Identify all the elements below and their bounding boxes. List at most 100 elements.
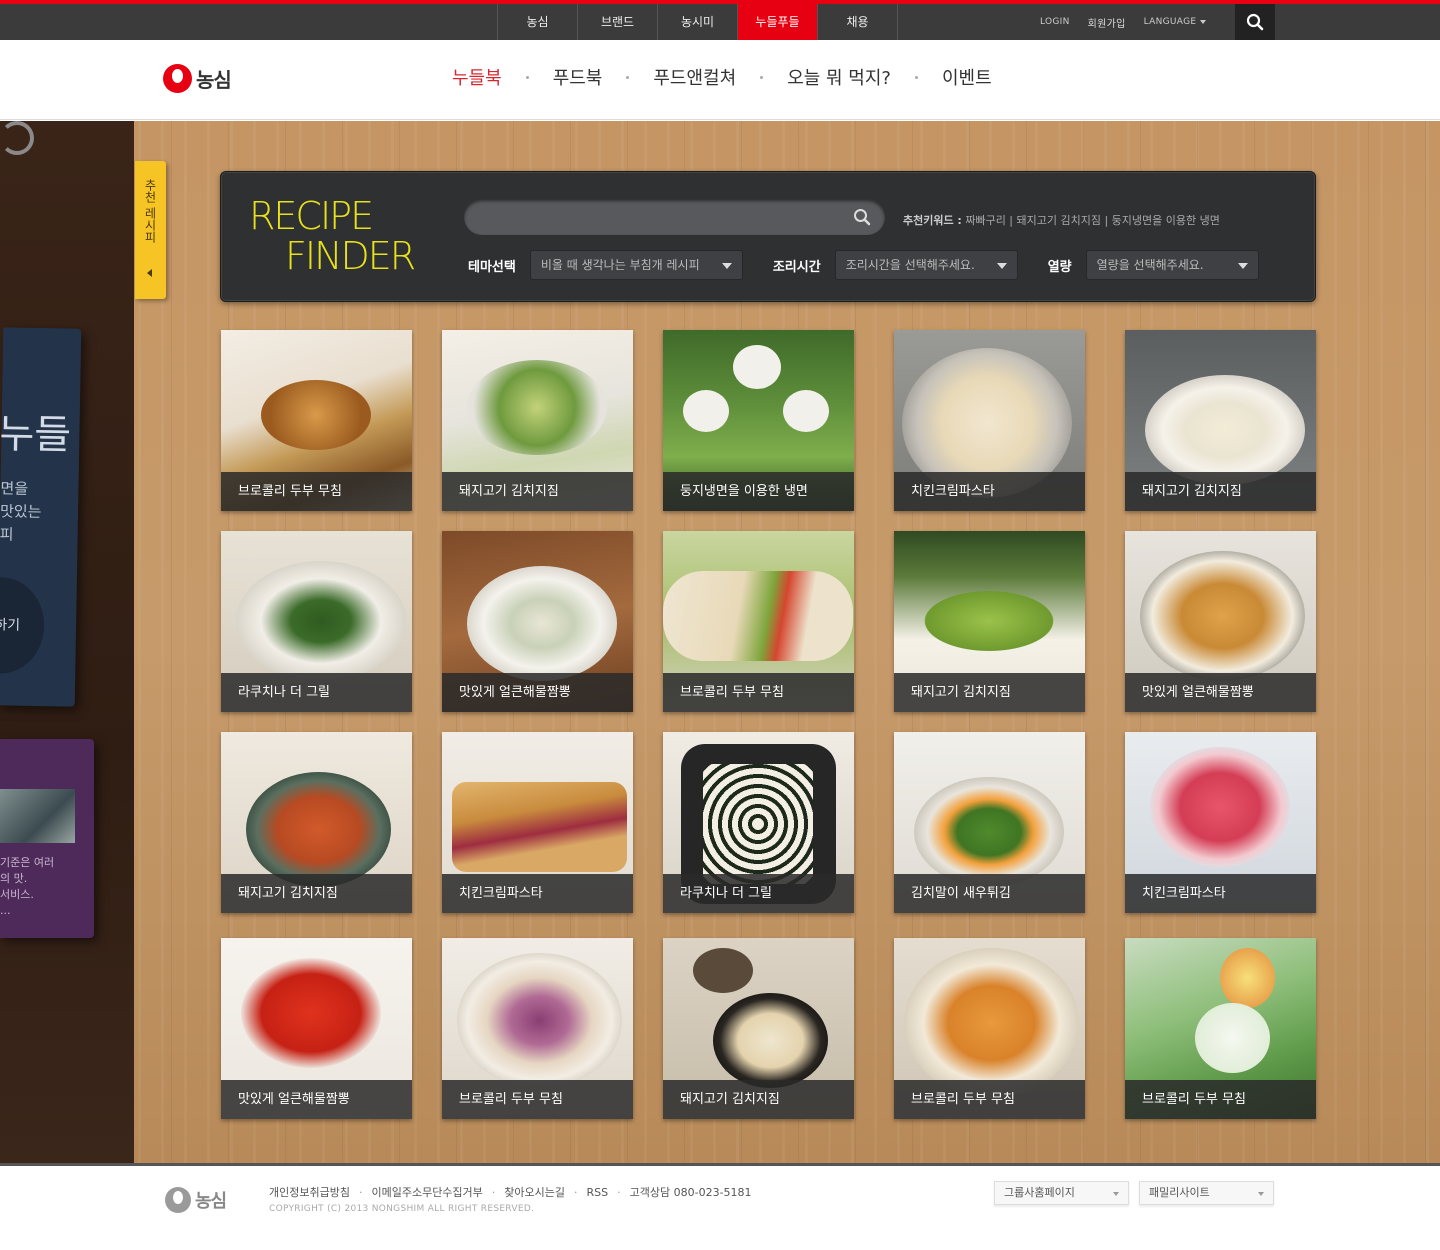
recipe-card[interactable]: 브로콜리 두부 무침 [442, 938, 633, 1119]
book-description: 기준은 여러 의 맛. 서비스. ... [0, 855, 54, 919]
login-link[interactable]: LOGIN [1040, 17, 1070, 27]
triangle-down-icon [996, 263, 1007, 269]
cook-time-select-value: 조리시간을 선택해주세요. [845, 258, 975, 272]
footer-logo[interactable]: 농심 [165, 1187, 227, 1213]
recipe-card[interactable]: 김치말이 새우튀김 [894, 732, 1085, 913]
email-refusal-link[interactable]: 이메일주소무단수집거부 [371, 1184, 482, 1200]
side-book-food[interactable]: 음식 기준은 여러 의 맛. 서비스. ... [0, 739, 94, 938]
group-site-select[interactable]: 그룹사홈페이지 [994, 1181, 1129, 1205]
subnav-food-culture[interactable]: 푸드앤컬쳐 [653, 64, 736, 90]
finder-filters: 테마선택 비올 때 생각나는 부침개 레시피 조리시간 조리시간을 선택해주세요… [468, 250, 1259, 280]
finder-title-line1: RECIPE [249, 194, 374, 238]
search-icon[interactable] [853, 208, 871, 226]
recipe-title: 돼지고기 김치지짐 [1125, 472, 1316, 511]
recipe-card[interactable]: 맛있게 얼큰해물짬뽕 [221, 938, 412, 1119]
food-shape [236, 561, 406, 681]
side-book-noodle[interactable]: 누들 면을 맛있는 피 하기 [0, 327, 82, 707]
food-shape [241, 958, 381, 1068]
recipe-title: 브로콜리 두부 무침 [894, 1080, 1085, 1119]
recipe-card[interactable]: 라쿠치나 더 그릴 [221, 531, 412, 712]
recipe-title: 치킨크림파스타 [1125, 874, 1316, 913]
food-shape [457, 953, 622, 1088]
link-separator: · [358, 1185, 363, 1199]
book-line: 피 [0, 525, 14, 544]
recipe-card[interactable]: 둥지냉면을 이용한 냉면 [663, 330, 854, 511]
recipe-card[interactable]: 라쿠치나 더 그릴 [663, 732, 854, 913]
language-dropdown[interactable]: LANGUAGE [1144, 17, 1207, 27]
logo-mark-icon [165, 1187, 191, 1213]
footer-links: 개인정보취급방침 · 이메일주소무단수집거부 · 찾아오시는길 · RSS · … [269, 1184, 752, 1200]
book-title: 누들 [0, 411, 72, 459]
gnb-item-noodle-foodle[interactable]: 누들푸들 [738, 4, 818, 40]
rss-link[interactable]: RSS [587, 1186, 609, 1199]
recipe-card[interactable]: 돼지고기 김치지짐 [894, 531, 1085, 712]
recipe-title: 둥지냉면을 이용한 냉면 [663, 472, 854, 511]
recipe-title: 김치말이 새우튀김 [894, 874, 1085, 913]
food-shape [1195, 1003, 1270, 1073]
subnav-what-to-eat[interactable]: 오늘 뭐 먹지? [787, 64, 891, 90]
recommend-recipe-tab[interactable]: 추천 레시피 [135, 161, 166, 299]
subnav-noodle-book[interactable]: 누들북 [452, 64, 502, 90]
keywords-list[interactable]: 짜빠구리 | 돼지고기 김치지짐 | 둥지냉면을 이용한 냉면 [965, 214, 1220, 227]
recipe-card[interactable]: 브로콜리 두부 무침 [663, 531, 854, 712]
recipe-card[interactable]: 치킨크림파스타 [1125, 732, 1316, 913]
theme-select-value: 비올 때 생각나는 부침개 레시피 [540, 258, 700, 272]
food-shape [1140, 551, 1305, 681]
finder-title: RECIPE FINDER [249, 194, 416, 278]
global-nav-bar: 농심 브랜드 농시미 누들푸들 채용 LOGIN 회원가입 LANGUAGE [0, 0, 1440, 40]
recipe-card[interactable]: 브로콜리 두부 무침 [894, 938, 1085, 1119]
recipe-title: 맛있게 얼큰해물짬뽕 [442, 673, 633, 712]
nav-separator [914, 75, 918, 79]
recipe-card[interactable]: 맛있게 얼큰해물짬뽕 [442, 531, 633, 712]
logo-mark-icon [163, 64, 192, 93]
family-site-select[interactable]: 패밀리사이트 [1139, 1181, 1274, 1205]
customer-service-phone: 고객상담 080-023-5181 [629, 1186, 752, 1199]
finder-title-line2: FINDER [285, 234, 416, 278]
join-link[interactable]: 회원가입 [1088, 15, 1126, 30]
recipe-card[interactable]: 치킨크림파스타 [894, 330, 1085, 511]
gnb-item-brand[interactable]: 브랜드 [578, 4, 658, 40]
logo-text: 농심 [196, 68, 232, 92]
recipe-card[interactable]: 브로콜리 두부 무침 [1125, 938, 1316, 1119]
food-shape [693, 948, 753, 993]
triangle-down-icon [1237, 263, 1248, 269]
chain-decoration [0, 121, 34, 155]
link-separator: · [574, 1185, 578, 1199]
cook-time-label: 조리시간 [772, 259, 821, 275]
food-shape [683, 390, 729, 432]
calorie-select[interactable]: 열량을 선택해주세요. [1085, 250, 1259, 280]
triangle-down-icon [721, 263, 732, 269]
recipe-title: 돼지고기 김치지짐 [221, 874, 412, 913]
recipe-title: 브로콜리 두부 무침 [442, 1080, 633, 1119]
recipe-card[interactable]: 브로콜리 두부 무침 [221, 330, 412, 511]
directions-link[interactable]: 찾아오시는길 [504, 1184, 565, 1200]
recipe-card[interactable]: 돼지고기 김치지짐 [221, 732, 412, 913]
recipe-card[interactable]: 치킨크림파스타 [442, 732, 633, 913]
recipe-search-input[interactable] [464, 199, 844, 235]
gnb-item-recruit[interactable]: 채용 [818, 4, 898, 40]
recipe-title: 라쿠치나 더 그릴 [663, 874, 854, 913]
food-shape [733, 345, 781, 389]
subnav-event[interactable]: 이벤트 [942, 64, 992, 90]
recipe-card[interactable]: 돼지고기 김치지짐 [442, 330, 633, 511]
privacy-policy-link[interactable]: 개인정보취급방침 [269, 1184, 350, 1200]
gnb-item-nongsimi[interactable]: 농시미 [658, 4, 738, 40]
search-icon [1246, 13, 1264, 31]
book-line: 맛있는 [0, 502, 42, 522]
food-shape [467, 360, 607, 455]
recommend-tab-label: 추천 레시피 [143, 179, 157, 243]
cook-time-select[interactable]: 조리시간을 선택해주세요. [834, 250, 1018, 280]
book-go-button[interactable]: 하기 [0, 576, 45, 675]
book-line: ... [0, 904, 11, 917]
theme-select[interactable]: 비올 때 생각나는 부침개 레시피 [529, 250, 743, 280]
top-search-button[interactable] [1235, 4, 1275, 40]
book-line: 기준은 여러 [0, 856, 55, 869]
book-photo [0, 789, 75, 843]
recipe-card[interactable]: 돼지고기 김치지짐 [1125, 330, 1316, 511]
recipe-card[interactable]: 돼지고기 김치지짐 [663, 938, 854, 1119]
food-shape [713, 993, 828, 1088]
recipe-card[interactable]: 맛있게 얼큰해물짬뽕 [1125, 531, 1316, 712]
nongshim-logo[interactable]: 농심 [163, 64, 232, 93]
gnb-item-nongshim[interactable]: 농심 [498, 4, 578, 40]
subnav-food-book[interactable]: 푸드북 [553, 64, 603, 90]
